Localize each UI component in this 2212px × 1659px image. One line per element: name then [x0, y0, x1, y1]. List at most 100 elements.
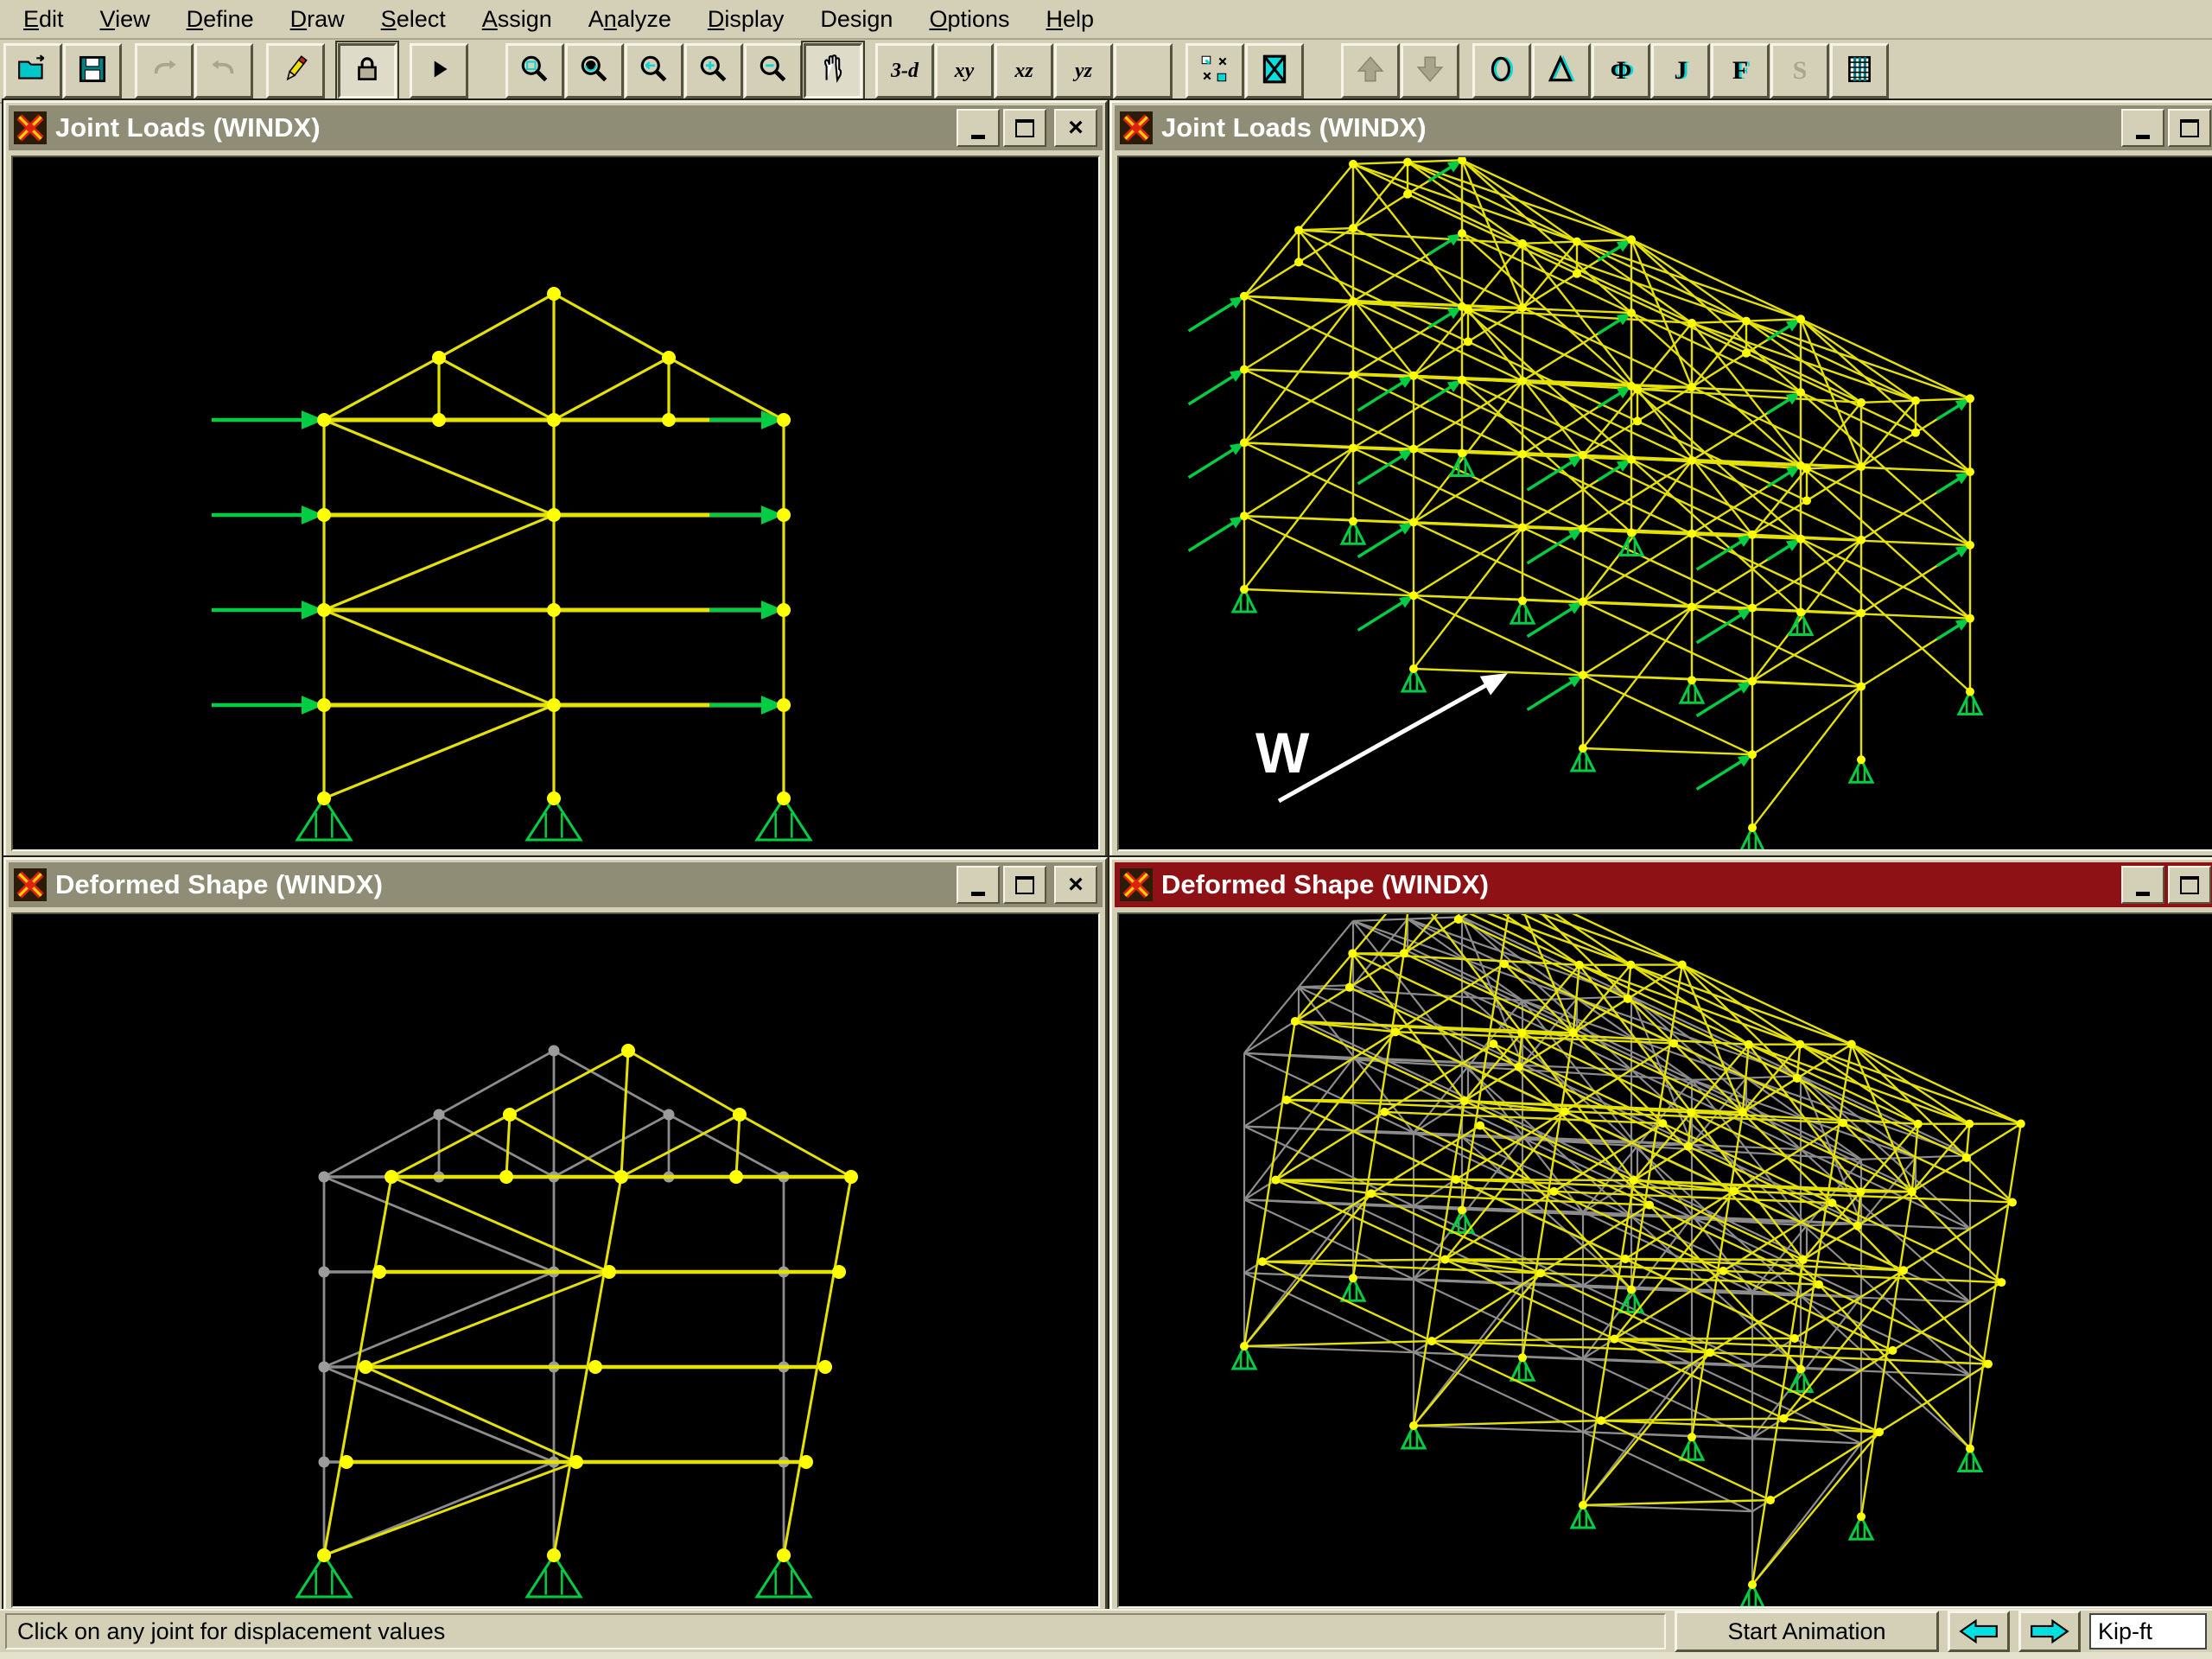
- zoom-full-button[interactable]: [565, 43, 624, 99]
- view-xz-icon: xz: [1014, 60, 1033, 83]
- window-deformed-3d: Deformed Shape (WINDX) ×: [1109, 857, 2212, 1616]
- close-button[interactable]: ×: [1054, 109, 1097, 147]
- window-title: Deformed Shape (WINDX): [1161, 869, 2113, 900]
- minimize-icon: [2136, 892, 2150, 896]
- view-3d-button[interactable]: 3-d: [875, 43, 934, 99]
- zoom-window-button[interactable]: [505, 43, 564, 99]
- minimize-button[interactable]: [957, 109, 1000, 147]
- canvas-joint-loads-2d[interactable]: [11, 156, 1100, 851]
- shrink-elements-button[interactable]: [1185, 43, 1244, 99]
- minimize-button[interactable]: [2121, 109, 2164, 147]
- save-button[interactable]: [63, 43, 122, 99]
- show-tables-button[interactable]: [1830, 43, 1889, 99]
- show-axes-button[interactable]: [1245, 43, 1304, 99]
- view-yz-button[interactable]: yz: [1054, 43, 1113, 99]
- section-phi-icon: ΦΦ: [1611, 56, 1632, 86]
- save-icon: [76, 53, 109, 90]
- units-dropdown[interactable]: Kip-ft: [2089, 1613, 2207, 1649]
- menu-item-view[interactable]: View: [82, 3, 168, 36]
- window-titlebar[interactable]: Joint Loads (WINDX) ×: [1115, 105, 2212, 150]
- pan-button[interactable]: [804, 43, 862, 99]
- canvas-deformed-2d[interactable]: [11, 912, 1100, 1608]
- menu-item-select[interactable]: Select: [363, 3, 464, 36]
- open-button[interactable]: [3, 43, 62, 99]
- right-arrow-icon: [2027, 1618, 2072, 1645]
- menu-item-options[interactable]: Options: [911, 3, 1027, 36]
- show-tables-icon: [1843, 53, 1876, 90]
- maximize-icon: [2180, 876, 2199, 894]
- start-animation-button[interactable]: Start Animation: [1675, 1611, 1939, 1652]
- zoom-out-icon: [757, 53, 790, 90]
- zoom-in-icon: [697, 53, 730, 90]
- move-up-button[interactable]: [1341, 43, 1400, 99]
- frame-f-icon: FF: [1732, 56, 1748, 86]
- undo-icon: [148, 53, 181, 90]
- frame-f-button[interactable]: FF: [1711, 43, 1770, 99]
- animation-prev-button[interactable]: [1948, 1611, 2010, 1652]
- show-axes-icon: [1258, 53, 1291, 90]
- minimize-button[interactable]: [2121, 866, 2164, 904]
- undo-button[interactable]: [135, 43, 194, 99]
- run-button[interactable]: [410, 43, 468, 99]
- view-xz-button[interactable]: xz: [995, 43, 1053, 99]
- draw-triangle-icon: [1545, 53, 1578, 90]
- zoom-previous-button[interactable]: [625, 43, 683, 99]
- maximize-button[interactable]: [1003, 866, 1046, 904]
- animation-next-button[interactable]: [2018, 1611, 2081, 1652]
- maximize-button[interactable]: [1003, 109, 1046, 147]
- run-icon: [423, 53, 455, 90]
- window-title: Deformed Shape (WINDX): [55, 869, 948, 900]
- window-title: Joint Loads (WINDX): [55, 112, 948, 143]
- zoom-out-button[interactable]: [744, 43, 803, 99]
- draw-triangle-button[interactable]: [1532, 43, 1591, 99]
- status-message: Click on any joint for displacement valu…: [5, 1613, 1666, 1649]
- perspective-button[interactable]: [1114, 43, 1173, 99]
- window-titlebar[interactable]: Deformed Shape (WINDX) ×: [1115, 862, 2212, 907]
- minimize-icon: [971, 892, 985, 896]
- lock-button[interactable]: [338, 43, 397, 99]
- left-arrow-icon: [1956, 1618, 2001, 1645]
- minimize-button[interactable]: [957, 866, 1000, 904]
- zoom-in-button[interactable]: [684, 43, 743, 99]
- shell-s-button[interactable]: SS: [1770, 43, 1829, 99]
- draw-ellipse-button[interactable]: [1472, 43, 1531, 99]
- window-titlebar[interactable]: Deformed Shape (WINDX) ×: [9, 862, 1103, 907]
- window-joint-loads-2d: Joint Loads (WINDX) ×: [3, 100, 1108, 859]
- menu-item-display[interactable]: Display: [690, 3, 803, 36]
- minimize-icon: [971, 135, 985, 139]
- menu-item-analyze[interactable]: Analyze: [570, 3, 690, 36]
- maximize-button[interactable]: [2168, 866, 2211, 904]
- menu-item-define[interactable]: Define: [168, 3, 272, 36]
- pencil-icon: [279, 53, 312, 90]
- menu-bar: EditViewDefineDrawSelectAssignAnalyzeDis…: [0, 0, 2212, 40]
- maximize-icon: [2180, 119, 2199, 137]
- view-xy-button[interactable]: xy: [935, 43, 994, 99]
- draw-ellipse-icon: [1485, 53, 1518, 90]
- section-phi-button[interactable]: ΦΦ: [1592, 43, 1650, 99]
- maximize-icon: [1015, 876, 1034, 894]
- menu-item-help[interactable]: Help: [1028, 3, 1113, 36]
- canvas-deformed-3d[interactable]: [1117, 912, 2212, 1608]
- redo-icon: [207, 53, 240, 90]
- maximize-button[interactable]: [2168, 109, 2211, 147]
- canvas-joint-loads-3d[interactable]: W: [1117, 156, 2212, 851]
- view-yz-icon: yz: [1075, 60, 1092, 83]
- menu-item-design[interactable]: Design: [802, 3, 911, 36]
- pencil-button[interactable]: [266, 43, 325, 99]
- joint-loads-3d-drawing: W: [1119, 157, 2212, 849]
- close-icon: ×: [1068, 869, 1084, 900]
- move-down-button[interactable]: [1401, 43, 1459, 99]
- maximize-icon: [1015, 119, 1034, 137]
- menu-item-edit[interactable]: Edit: [5, 3, 82, 36]
- deformed-shape-3d-drawing: [1119, 914, 2212, 1606]
- menu-item-assign[interactable]: Assign: [464, 3, 570, 36]
- window-titlebar[interactable]: Joint Loads (WINDX) ×: [9, 105, 1103, 150]
- close-button[interactable]: ×: [1054, 866, 1097, 904]
- redo-button[interactable]: [194, 43, 253, 99]
- app-icon: [1120, 868, 1153, 901]
- menu-item-draw[interactable]: Draw: [272, 3, 363, 36]
- shrink-elements-icon: [1198, 53, 1231, 90]
- move-down-icon: [1414, 53, 1446, 90]
- window-deformed-2d: Deformed Shape (WINDX) ×: [3, 857, 1108, 1616]
- joint-j-button[interactable]: JJ: [1651, 43, 1710, 99]
